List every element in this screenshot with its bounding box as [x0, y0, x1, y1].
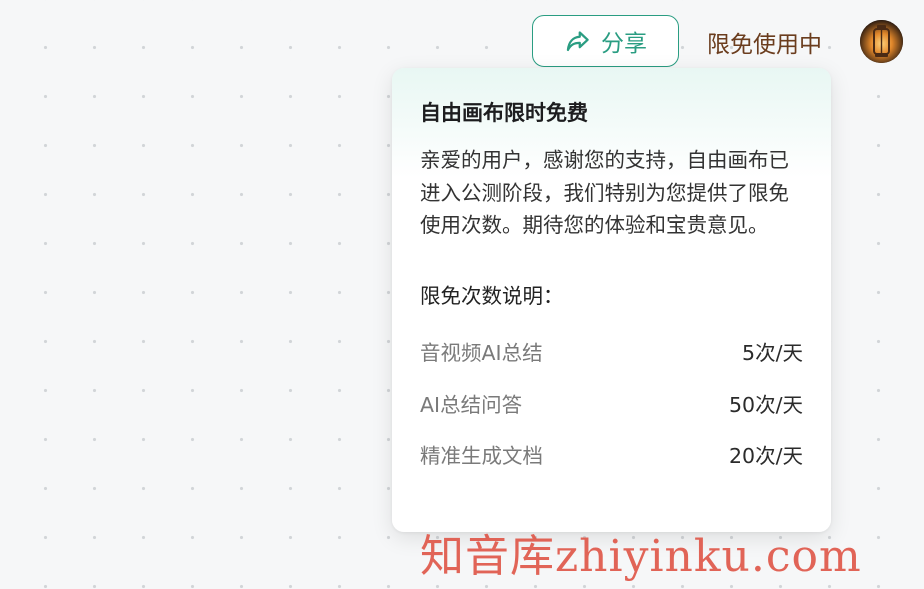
limit-name: 音视频AI总结	[420, 341, 543, 366]
popover-description: 亲爱的用户，感谢您的支持，自由画布已进入公测阶段，我们特别为您提供了限免使用次数…	[420, 148, 789, 237]
avatar[interactable]	[860, 20, 903, 63]
lantern-avatar-icon	[860, 20, 903, 63]
share-icon	[566, 30, 589, 51]
limit-value: 20次/天	[729, 444, 803, 469]
free-trial-popover: 自由画布限时免费 亲爱的用户，感谢您的支持，自由画布已进入公测阶段，我们特别为您…	[392, 68, 831, 532]
limit-row: 音视频AI总结 5次/天	[420, 326, 803, 378]
share-button[interactable]: 分享	[532, 15, 679, 67]
free-usage-status: 限免使用中	[707, 32, 822, 58]
limit-name: 精准生成文档	[420, 444, 543, 469]
limit-value: 5次/天	[742, 341, 803, 366]
limit-list: 音视频AI总结 5次/天 AI总结问答 50次/天 精准生成文档 20次/天	[420, 326, 803, 481]
limit-row: 精准生成文档 20次/天	[420, 429, 803, 481]
share-label: 分享	[601, 31, 647, 57]
limit-name: AI总结问答	[420, 392, 523, 417]
limit-value: 50次/天	[729, 392, 803, 417]
limit-row: AI总结问答 50次/天	[420, 377, 803, 429]
popover-title: 自由画布限时免费	[420, 101, 588, 125]
site-watermark: 知音库zhiyinku.com	[420, 531, 862, 582]
limits-heading: 限免次数说明：	[420, 283, 564, 308]
